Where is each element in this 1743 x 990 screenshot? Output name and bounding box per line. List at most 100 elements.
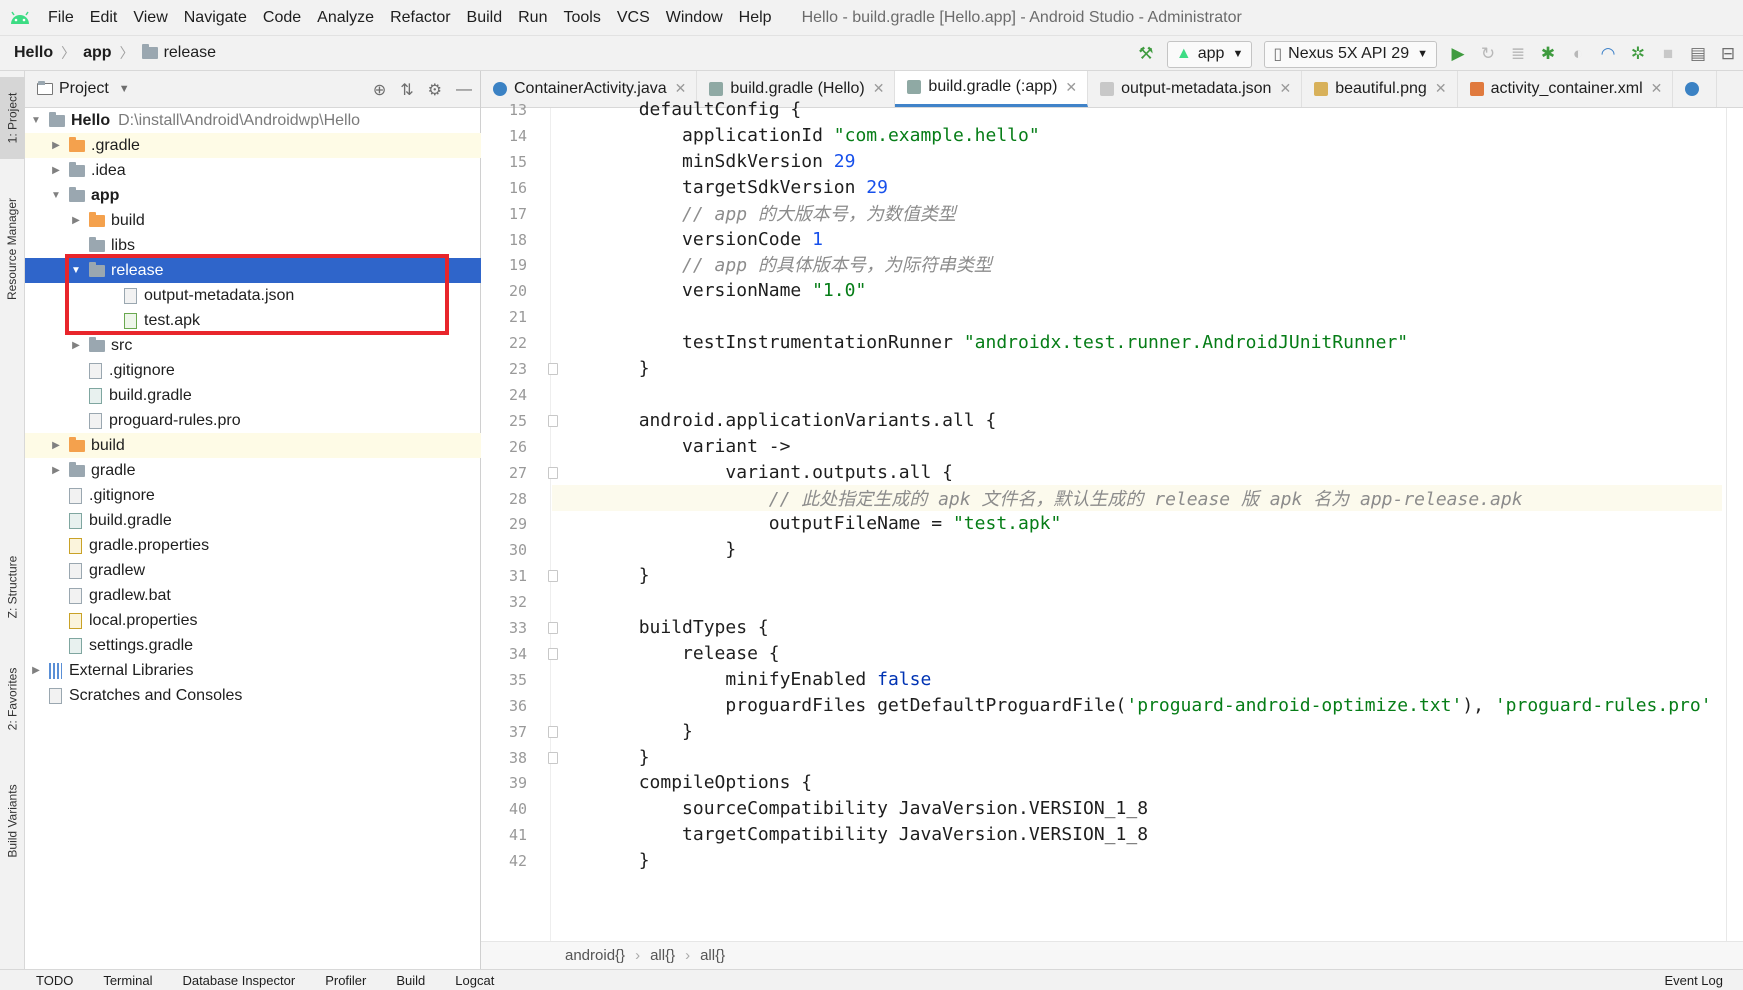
run-icon[interactable]: ▶ <box>1443 39 1473 69</box>
menu-build[interactable]: Build <box>459 9 511 27</box>
code-line[interactable]: } <box>552 744 1722 770</box>
tree-item-idea[interactable]: ▶ .idea <box>25 158 481 183</box>
tree-item-app-build[interactable]: ▶ build <box>25 208 481 233</box>
code-line[interactable]: versionName "1.0" <box>552 277 1722 303</box>
fold-marker-icon[interactable] <box>548 570 558 582</box>
chevron-down-icon[interactable]: ▼ <box>119 83 130 95</box>
menu-file[interactable]: File <box>40 9 82 27</box>
chevron-right-icon[interactable]: ▶ <box>29 665 43 676</box>
menu-analyze[interactable]: Analyze <box>309 9 382 27</box>
close-icon[interactable]: ✕ <box>1279 80 1291 97</box>
tool-tab-event-log[interactable]: Event Log <box>1664 973 1723 988</box>
tree-item-gradle[interactable]: ▶ gradle <box>25 458 481 483</box>
code-crumb[interactable]: android{} <box>565 947 625 964</box>
chevron-right-icon[interactable]: ▶ <box>49 165 63 176</box>
code-line[interactable]: versionCode 1 <box>552 226 1722 252</box>
attach-debugger-icon[interactable]: ✲ <box>1623 39 1653 69</box>
menu-window[interactable]: Window <box>658 9 731 27</box>
menu-edit[interactable]: Edit <box>82 9 126 27</box>
tool-tab-structure[interactable]: Z: Structure <box>0 539 25 635</box>
chevron-right-icon[interactable]: ▶ <box>49 465 63 476</box>
tree-item-gradlew[interactable]: gradlew <box>25 558 481 583</box>
minimize-icon[interactable]: — <box>456 81 472 99</box>
tree-item-app-gitignore[interactable]: .gitignore <box>25 358 481 383</box>
code-line[interactable]: android.applicationVariants.all { <box>552 407 1722 433</box>
code-line[interactable]: } <box>552 718 1722 744</box>
tree-item-build-gradle[interactable]: build.gradle <box>25 508 481 533</box>
code-crumb[interactable]: all{} <box>700 947 725 964</box>
menu-run[interactable]: Run <box>510 9 555 27</box>
profile-icon[interactable]: ◠ <box>1593 39 1623 69</box>
apply-changes-icon[interactable]: ↻ <box>1473 39 1503 69</box>
code-line[interactable]: // app 的具体版本号，为际符串类型 <box>552 251 1722 277</box>
sync-project-icon[interactable]: ▤ <box>1683 39 1713 69</box>
tool-tab-database-inspector[interactable]: Database Inspector <box>182 973 295 988</box>
code-line[interactable]: } <box>552 562 1722 588</box>
tree-item-gradle-properties[interactable]: gradle.properties <box>25 533 481 558</box>
code-line[interactable]: proguardFiles getDefaultProguardFile('pr… <box>552 692 1722 718</box>
make-project-hammer-icon[interactable]: ⚒ <box>1131 39 1161 69</box>
run-with-coverage-icon[interactable]: ◐ <box>1563 39 1593 69</box>
chevron-down-icon[interactable]: ▼ <box>49 190 63 201</box>
code-line[interactable]: } <box>552 536 1722 562</box>
code-crumb[interactable]: all{} <box>650 947 675 964</box>
close-icon[interactable]: ✕ <box>873 80 885 97</box>
tree-item-proguard[interactable]: proguard-rules.pro <box>25 408 481 433</box>
run-configuration-select[interactable]: ▲ app ▼ <box>1166 40 1253 68</box>
code-line[interactable]: targetCompatibility JavaVersion.VERSION_… <box>552 821 1722 847</box>
tool-tab-resource-manager[interactable]: Resource Manager <box>0 179 25 319</box>
tool-tab-logcat[interactable]: Logcat <box>455 973 494 988</box>
tree-item-app[interactable]: ▼ app <box>25 183 481 208</box>
code-line[interactable]: testInstrumentationRunner "androidx.test… <box>552 329 1722 355</box>
tree-item-hello[interactable]: ▼ Hello D:\install\Android\Androidwp\Hel… <box>25 108 481 133</box>
tree-item-dot-gradle[interactable]: ▶ .gradle <box>25 133 481 158</box>
code-line[interactable]: targetSdkVersion 29 <box>552 174 1722 200</box>
code-line[interactable]: release { <box>552 640 1722 666</box>
tool-tab-terminal[interactable]: Terminal <box>103 973 152 988</box>
tool-tab-project[interactable]: 1: Project <box>0 77 25 159</box>
device-select[interactable]: ▯ Nexus 5X API 29 ▼ <box>1264 40 1437 68</box>
close-icon[interactable]: ✕ <box>675 80 687 97</box>
collapse-all-icon[interactable]: ⇅ <box>400 80 413 100</box>
tree-item-local-properties[interactable]: local.properties <box>25 608 481 633</box>
crumb-project[interactable]: Hello <box>14 44 53 62</box>
chevron-right-icon[interactable]: ▶ <box>49 440 63 451</box>
close-icon[interactable]: ✕ <box>1435 80 1447 97</box>
code-line[interactable] <box>552 588 1722 614</box>
fold-marker-icon[interactable] <box>548 467 558 479</box>
code-line[interactable]: sourceCompatibility JavaVersion.VERSION_… <box>552 795 1722 821</box>
tree-item-gitignore[interactable]: .gitignore <box>25 483 481 508</box>
menu-refactor[interactable]: Refactor <box>382 9 458 27</box>
tool-tab-build-variants[interactable]: Build Variants <box>0 761 25 881</box>
menu-help[interactable]: Help <box>731 9 780 27</box>
project-view-title[interactable]: Project <box>59 80 109 98</box>
code-line[interactable]: variant -> <box>552 433 1722 459</box>
fold-marker-icon[interactable] <box>548 622 558 634</box>
tree-item-external-libraries[interactable]: ▶ External Libraries <box>25 658 481 683</box>
code-line[interactable]: minifyEnabled false <box>552 666 1722 692</box>
code-line[interactable]: } <box>552 847 1722 873</box>
code-line[interactable]: // 此处指定生成的 apk 文件名，默认生成的 release 版 apk 名… <box>552 485 1722 511</box>
chevron-right-icon[interactable]: ▶ <box>49 140 63 151</box>
code-line[interactable] <box>552 303 1722 329</box>
chevron-right-icon[interactable]: ▶ <box>69 215 83 226</box>
tool-tab-favorites[interactable]: 2: Favorites <box>0 651 25 747</box>
crumb-module[interactable]: app <box>83 44 111 62</box>
apply-code-changes-icon[interactable]: ≣ <box>1503 39 1533 69</box>
close-icon[interactable]: ✕ <box>1651 80 1663 97</box>
code-line[interactable]: buildTypes { <box>552 614 1722 640</box>
tree-item-src[interactable]: ▶ src <box>25 333 481 358</box>
tree-item-settings-gradle[interactable]: settings.gradle <box>25 633 481 658</box>
tool-tab-profiler[interactable]: Profiler <box>325 973 366 988</box>
code-line[interactable]: minSdkVersion 29 <box>552 148 1722 174</box>
fold-marker-icon[interactable] <box>548 648 558 660</box>
tool-tab-build[interactable]: Build <box>396 973 425 988</box>
debug-icon[interactable]: ✱ <box>1533 39 1563 69</box>
menu-tools[interactable]: Tools <box>555 9 608 27</box>
stop-icon[interactable]: ■ <box>1653 39 1683 69</box>
tree-item-build[interactable]: ▶ build <box>25 433 481 458</box>
code-line[interactable]: outputFileName = "test.apk" <box>552 510 1722 536</box>
code-line[interactable] <box>552 381 1722 407</box>
fold-marker-icon[interactable] <box>548 726 558 738</box>
code-line[interactable]: variant.outputs.all { <box>552 459 1722 485</box>
